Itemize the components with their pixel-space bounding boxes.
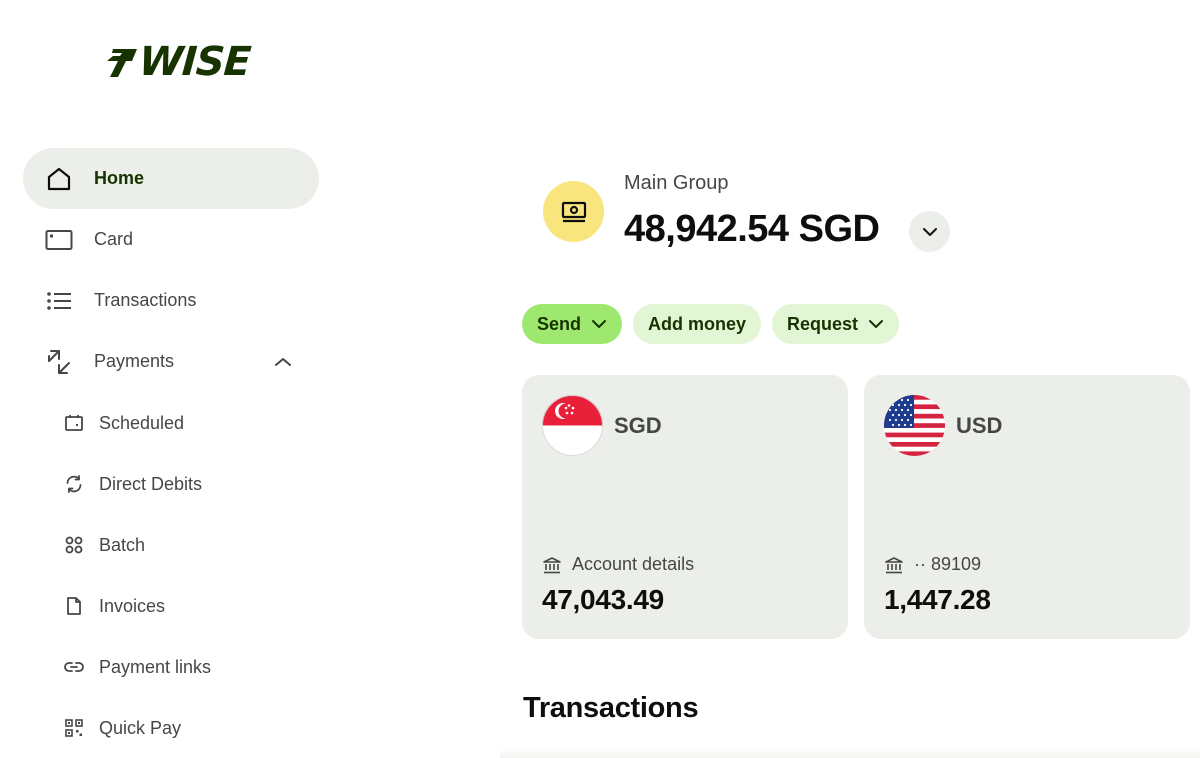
sidebar-item-label: Home (94, 168, 145, 188)
add-money-button[interactable]: Add money (633, 304, 762, 344)
chevron-down-icon (922, 227, 937, 236)
qr-icon (63, 717, 85, 739)
document-icon (63, 595, 85, 617)
list-icon (45, 287, 73, 315)
sidebar-item-transactions[interactable]: Transactions (23, 270, 319, 331)
account-balance: 1,447.28 (884, 584, 991, 615)
sidebar-item-payments[interactable]: Payments (23, 331, 319, 392)
account-detail-text: ·· 89109 (914, 554, 982, 574)
sidebar-subitem-batch[interactable]: Batch (23, 519, 319, 571)
chevron-down-icon (591, 316, 607, 332)
us-flag-icon (884, 395, 945, 456)
sidebar-item-label: Transactions (94, 290, 197, 310)
sidebar-item-label: Scheduled (99, 412, 185, 433)
group-balance: 48,942.54 SGD (624, 208, 880, 250)
request-button[interactable]: Request (772, 304, 900, 344)
sidebar-item-label: Quick Pay (99, 717, 182, 738)
home-icon (45, 165, 73, 193)
account-card-usd[interactable]: USD ·· 89109 1,447.28 (864, 375, 1190, 639)
cash-icon (561, 201, 586, 222)
bank-icon (884, 555, 904, 575)
request-button-label: Request (787, 313, 859, 334)
account-details-link[interactable]: Account details (542, 554, 694, 575)
sidebar: WISE Home Card Transactions Payments Sch… (0, 0, 340, 758)
action-bar: Send Add money Request (522, 304, 900, 344)
chevron-up-icon[interactable] (273, 352, 293, 372)
chevron-down-icon (868, 316, 884, 332)
sidebar-subitem-invoices[interactable]: Invoices (23, 580, 319, 632)
singapore-flag-icon (542, 395, 603, 456)
sidebar-subitem-payment-links[interactable]: Payment links (23, 641, 319, 693)
sidebar-item-label: Invoices (99, 595, 166, 616)
wise-wordmark: WISE (137, 39, 252, 85)
sidebar-item-label: Payment links (99, 656, 212, 677)
wise-logo[interactable]: WISE (104, 39, 252, 85)
batch-icon (63, 534, 85, 556)
sidebar-item-label: Direct Debits (99, 473, 203, 494)
group-name: Main Group (624, 172, 729, 194)
card-icon (45, 226, 73, 254)
add-money-button-label: Add money (648, 313, 747, 334)
sidebar-item-home[interactable]: Home (23, 148, 319, 209)
sidebar-item-label: Batch (99, 534, 146, 555)
calendar-icon (63, 412, 85, 434)
sidebar-item-label: Payments (94, 351, 175, 371)
sidebar-item-card[interactable]: Card (23, 209, 319, 270)
link-icon (63, 656, 85, 678)
transactions-heading: Transactions (523, 692, 699, 724)
balance-dropdown-button[interactable] (909, 211, 950, 252)
send-button[interactable]: Send (522, 304, 623, 344)
bank-icon (542, 555, 562, 575)
payments-icon (45, 348, 73, 376)
account-number-link[interactable]: ·· 89109 (884, 554, 981, 575)
account-balance: 47,043.49 (542, 584, 664, 615)
currency-code: SGD (614, 413, 662, 438)
send-button-label: Send (537, 313, 582, 334)
wise-flag-icon (107, 49, 137, 77)
refresh-icon (63, 473, 85, 495)
sidebar-subitem-direct-debits[interactable]: Direct Debits (23, 458, 319, 510)
transactions-list-edge (500, 748, 1200, 758)
group-avatar (543, 181, 604, 242)
sidebar-subitem-scheduled[interactable]: Scheduled (23, 397, 319, 449)
account-card-sgd[interactable]: SGD Account details 47,043.49 (522, 375, 848, 639)
account-detail-text: Account details (572, 554, 695, 574)
currency-code: USD (956, 413, 1003, 438)
sidebar-item-label: Card (94, 229, 134, 249)
sidebar-subitem-quick-pay[interactable]: Quick Pay (23, 702, 319, 754)
